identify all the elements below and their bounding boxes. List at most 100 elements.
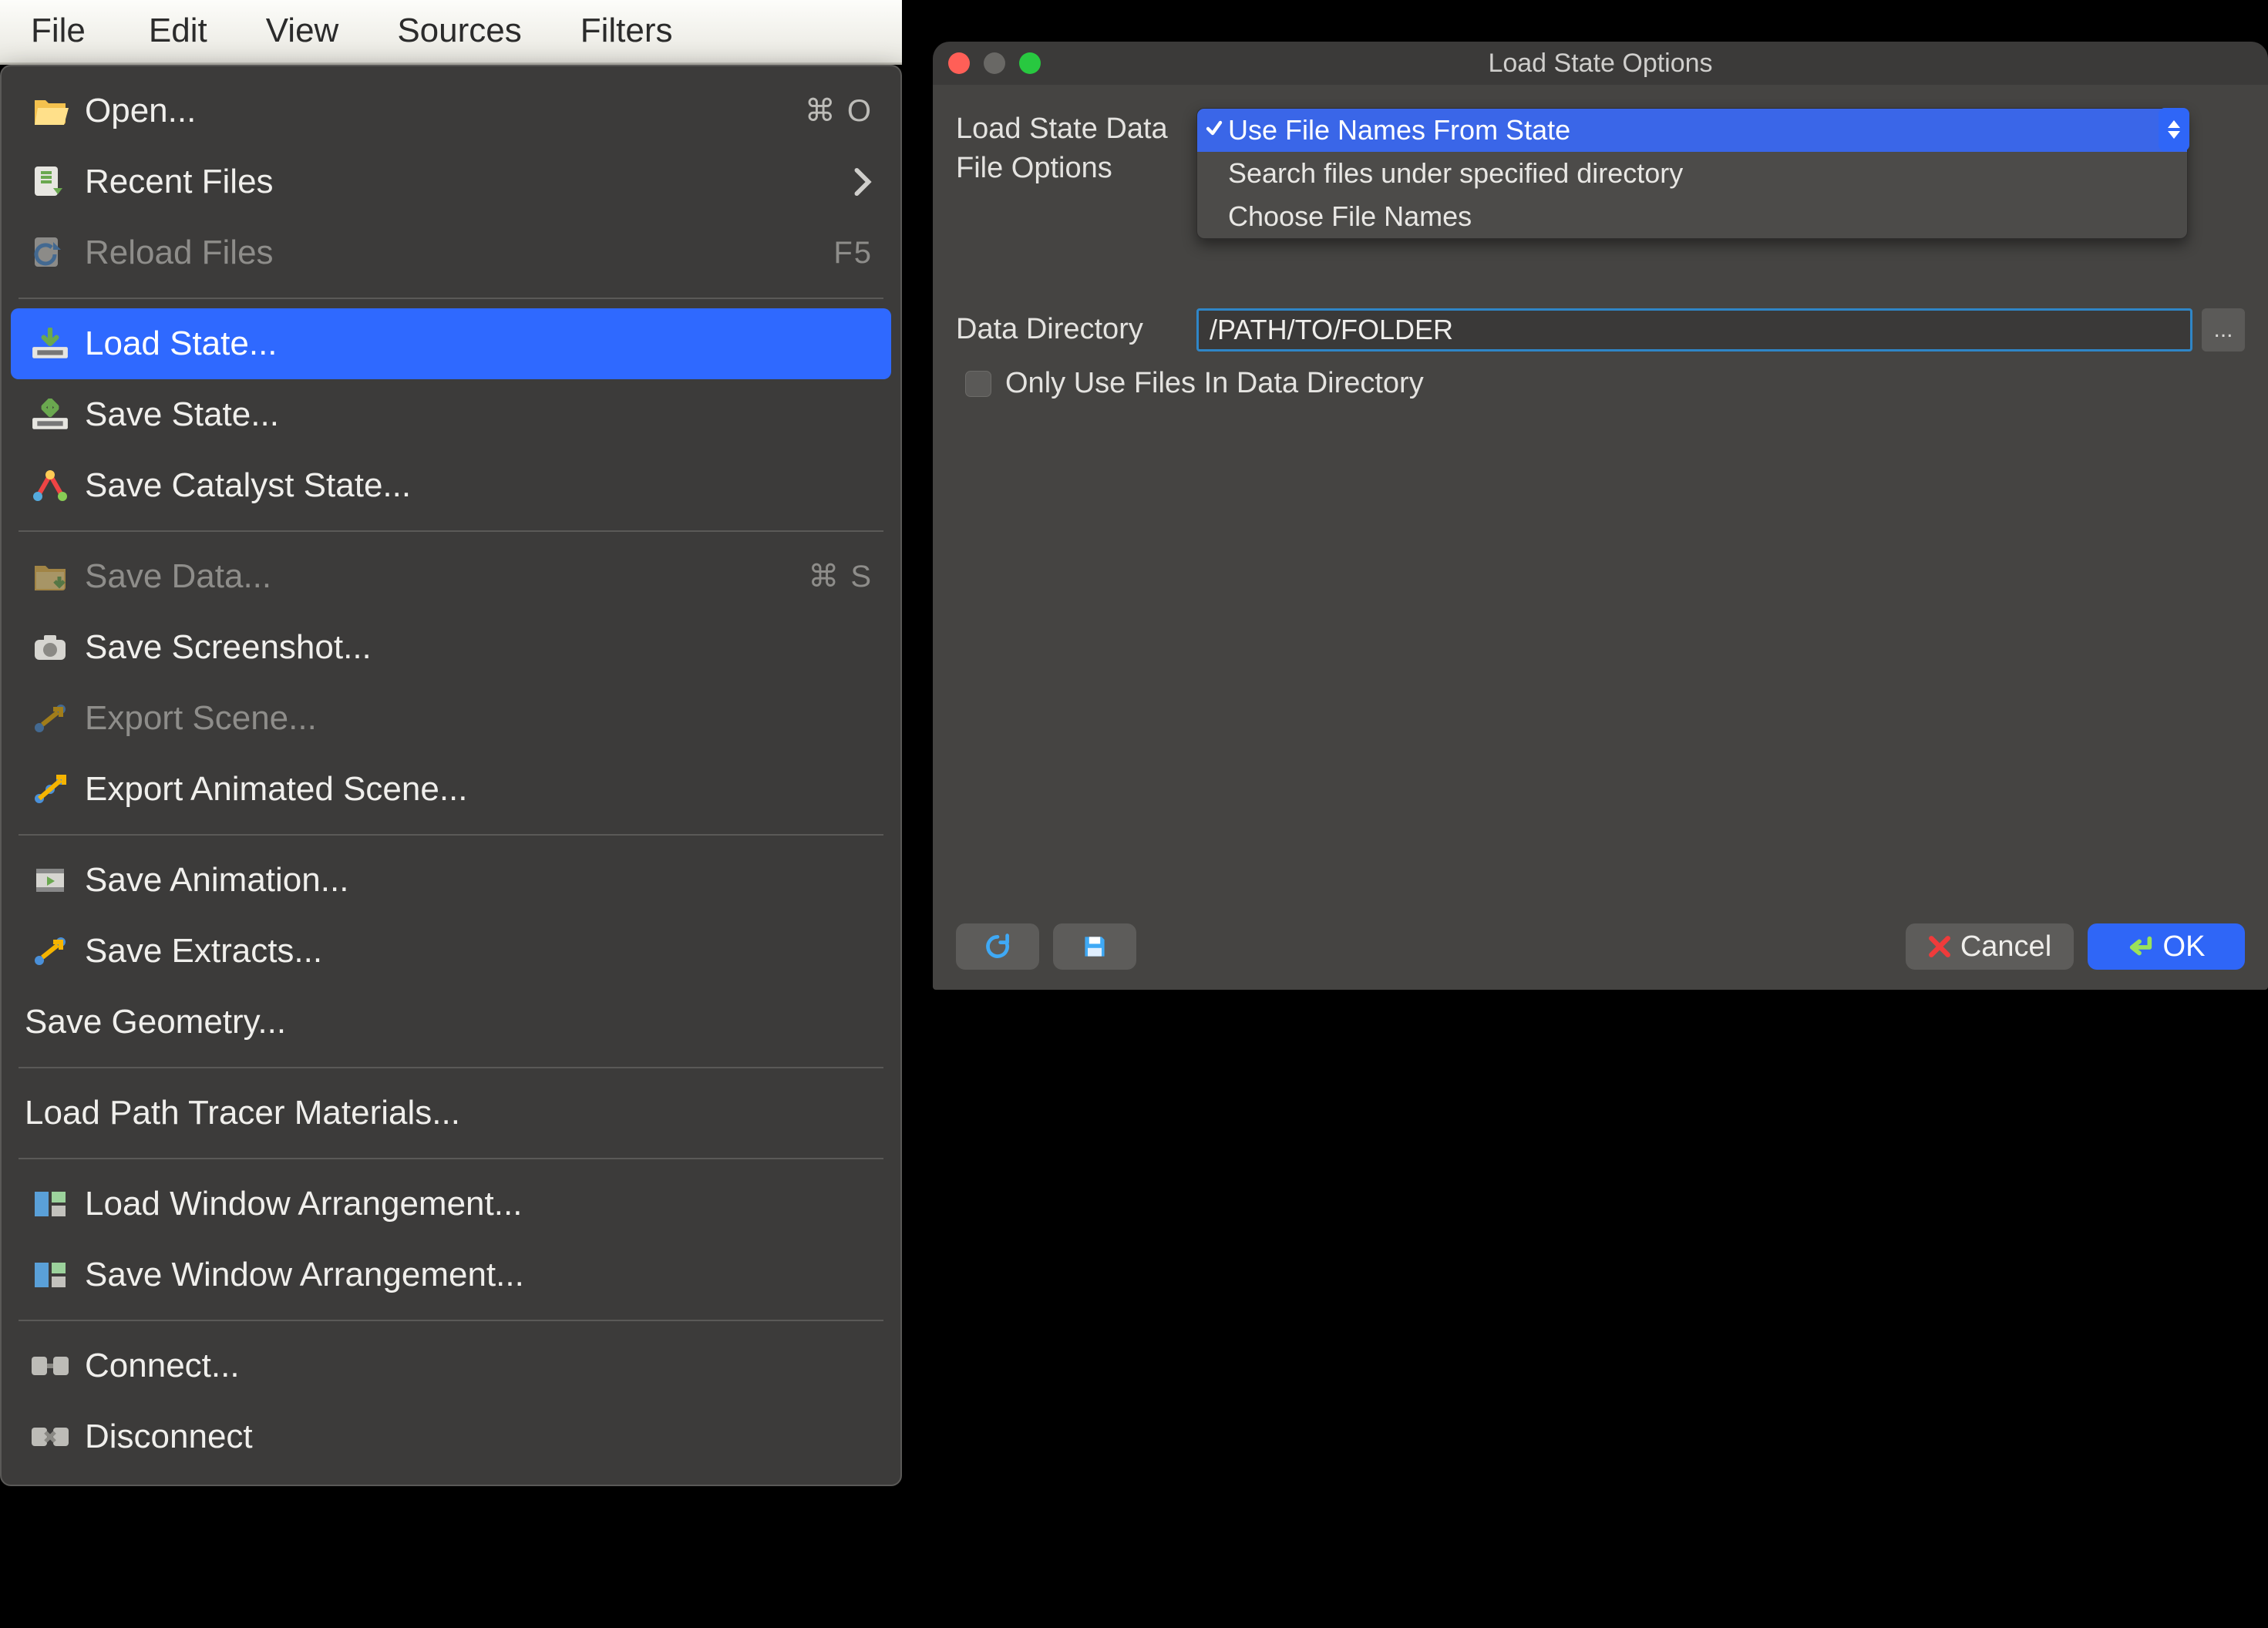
only-use-files-row: Only Use Files In Data Directory: [956, 367, 2245, 400]
checkbox[interactable]: [965, 371, 991, 397]
menu-disconnect-label: Disconnect: [79, 1418, 873, 1456]
menu-open[interactable]: Open... ⌘ O: [11, 76, 891, 146]
ok-button[interactable]: OK: [2088, 923, 2245, 970]
chevron-down-icon: [2168, 131, 2180, 139]
chevron-up-icon: [2168, 120, 2180, 128]
menu-save-catalyst-state[interactable]: Save Catalyst State...: [11, 450, 891, 521]
camera-icon: [22, 632, 79, 663]
check-icon: [1205, 119, 1223, 138]
save-data-icon: [22, 561, 79, 592]
catalyst-icon: [22, 469, 79, 503]
refresh-icon: [984, 933, 1011, 960]
reload-files-icon: [22, 236, 79, 270]
dialog-body: Load State Data File Options Use File Na…: [933, 85, 2268, 990]
combo-stepper[interactable]: [2159, 108, 2189, 151]
separator: [19, 834, 883, 836]
menu-connect-label: Connect...: [79, 1347, 873, 1385]
file-menu-area: File Edit View Sources Filters Open... ⌘…: [0, 0, 902, 1486]
menu-save-catalyst-state-label: Save Catalyst State...: [79, 466, 873, 505]
data-directory-input[interactable]: [1196, 308, 2192, 352]
export-scene-icon: [22, 701, 79, 735]
menu-connect[interactable]: Connect...: [11, 1330, 891, 1401]
menu-save-window-arrangement-label: Save Window Arrangement...: [79, 1256, 873, 1294]
menu-export-scene-label: Export Scene...: [79, 699, 873, 738]
menu-save-data-shortcut: ⌘ S: [808, 559, 873, 594]
data-directory-label: Data Directory: [956, 308, 1196, 349]
data-directory-row: Data Directory ...: [956, 308, 2245, 352]
menu-save-geometry[interactable]: Save Geometry...: [11, 987, 891, 1058]
export-animated-scene-icon: [22, 772, 79, 806]
separator: [19, 298, 883, 299]
menu-load-window-arrangement[interactable]: Load Window Arrangement...: [11, 1169, 891, 1240]
menu-reload-files: Reload Files F5: [11, 217, 891, 288]
combo-option-use-file-names[interactable]: Use File Names From State: [1197, 109, 2187, 152]
connect-icon: [22, 1350, 79, 1381]
menu-save-screenshot[interactable]: Save Screenshot...: [11, 612, 891, 683]
load-state-options-dialog: Load State Options Load State Data File …: [933, 42, 2268, 990]
recent-files-icon: [22, 165, 79, 199]
folder-open-icon: [22, 96, 79, 126]
cancel-x-icon: [1928, 935, 1951, 958]
window-arrangement-icon: [22, 1189, 79, 1219]
file-options-label: Load State Data File Options: [956, 108, 1196, 189]
save-animation-icon: [22, 864, 79, 896]
file-dropdown: Open... ⌘ O Recent Files Reload Files F5: [0, 65, 902, 1486]
menu-export-animated-scene-label: Export Animated Scene...: [79, 770, 873, 809]
save-extracts-icon: [22, 934, 79, 968]
menu-export-animated-scene[interactable]: Export Animated Scene...: [11, 754, 891, 825]
menu-save-screenshot-label: Save Screenshot...: [79, 628, 873, 667]
menu-export-scene: Export Scene...: [11, 683, 891, 754]
menu-save-state-label: Save State...: [79, 395, 873, 434]
menu-recent-files[interactable]: Recent Files: [11, 146, 891, 217]
separator: [19, 1067, 883, 1068]
dialog-title: Load State Options: [933, 49, 2268, 79]
separator: [19, 1320, 883, 1321]
menu-load-path-tracer-materials[interactable]: Load Path Tracer Materials...: [11, 1078, 891, 1149]
chevron-right-icon: [853, 167, 873, 197]
menubar-item-edit[interactable]: Edit: [119, 3, 237, 60]
disconnect-icon: [22, 1421, 79, 1452]
floppy-disk-icon: [1081, 933, 1109, 960]
menu-reload-files-label: Reload Files: [79, 234, 833, 272]
load-state-icon: [22, 328, 79, 360]
dialog-footer: Cancel OK: [956, 923, 2245, 970]
enter-arrow-icon: [2128, 935, 2154, 958]
dialog-titlebar: Load State Options: [933, 42, 2268, 85]
menu-load-state-label: Load State...: [79, 325, 873, 363]
menu-load-window-arrangement-label: Load Window Arrangement...: [79, 1185, 873, 1223]
menu-save-animation[interactable]: Save Animation...: [11, 845, 891, 916]
menubar-item-sources[interactable]: Sources: [368, 3, 550, 60]
menu-recent-files-label: Recent Files: [79, 163, 853, 201]
file-options-combobox[interactable]: Use File Names From State Search files u…: [1196, 108, 2188, 239]
menubar-item-view[interactable]: View: [237, 3, 368, 60]
only-use-files-checkbox-row[interactable]: Only Use Files In Data Directory: [965, 367, 1424, 400]
menu-save-extracts[interactable]: Save Extracts...: [11, 916, 891, 987]
save-state-icon: [22, 399, 79, 431]
only-use-files-label: Only Use Files In Data Directory: [1005, 367, 1424, 400]
menu-open-label: Open...: [79, 92, 805, 130]
separator: [19, 530, 883, 532]
menubar-item-file[interactable]: File: [0, 3, 119, 60]
separator: [19, 1158, 883, 1159]
menu-save-window-arrangement[interactable]: Save Window Arrangement...: [11, 1240, 891, 1310]
menu-reload-files-shortcut: F5: [833, 236, 873, 271]
cancel-button[interactable]: Cancel: [1906, 923, 2074, 970]
reset-button[interactable]: [956, 923, 1039, 970]
menu-load-state[interactable]: Load State...: [11, 308, 891, 379]
menu-save-state[interactable]: Save State...: [11, 379, 891, 450]
menu-save-animation-label: Save Animation...: [79, 861, 873, 900]
menu-save-data-label: Save Data...: [79, 557, 808, 596]
combo-option-choose-file-names[interactable]: Choose File Names: [1197, 195, 2187, 238]
window-arrangement-icon: [22, 1260, 79, 1290]
menu-save-extracts-label: Save Extracts...: [79, 932, 873, 970]
save-defaults-button[interactable]: [1053, 923, 1136, 970]
menu-load-path-tracer-materials-label: Load Path Tracer Materials...: [22, 1094, 873, 1132]
menubar-item-filters[interactable]: Filters: [551, 3, 702, 60]
combo-option-search-files[interactable]: Search files under specified directory: [1197, 152, 2187, 195]
menu-disconnect[interactable]: Disconnect: [11, 1401, 891, 1472]
menu-save-data: Save Data... ⌘ S: [11, 541, 891, 612]
menubar: File Edit View Sources Filters: [0, 0, 902, 65]
menu-open-shortcut: ⌘ O: [805, 93, 873, 129]
menu-save-geometry-label: Save Geometry...: [22, 1003, 873, 1041]
browse-button[interactable]: ...: [2202, 308, 2245, 352]
